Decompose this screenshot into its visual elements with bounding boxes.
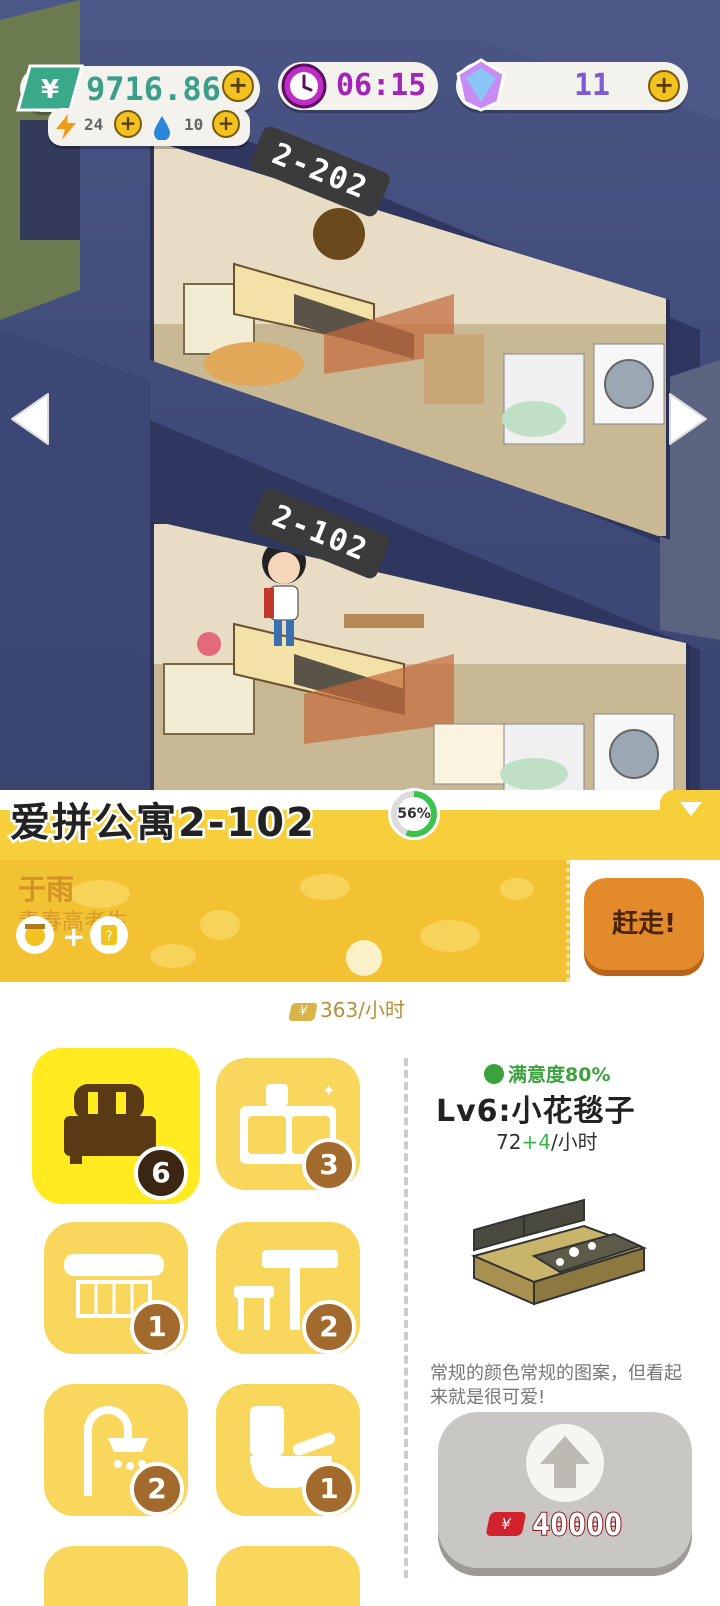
smile-icon — [484, 1064, 504, 1084]
energy-amount: 24 — [84, 115, 104, 134]
water-drop-icon — [154, 116, 170, 140]
item-rate: 72+4/小时 — [496, 1130, 598, 1154]
satisfaction-label: 满意度80% — [484, 1060, 610, 1087]
item-title: Lv6:小花毯子 — [436, 1094, 636, 1129]
add-trait-icon[interactable]: ? — [90, 916, 128, 954]
furniture-tile-more-2[interactable] — [216, 1546, 360, 1606]
scroll-indicator[interactable] — [346, 940, 382, 976]
svg-text:?: ? — [105, 929, 112, 945]
add-gems-button[interactable]: + — [648, 70, 680, 102]
upgrade-cost: 40000 — [531, 1507, 623, 1544]
item-description: 常规的颜色常规的图案，但看起来就是很可爱! — [430, 1363, 682, 1408]
furniture-tile-desk[interactable]: 1 — [44, 1222, 188, 1354]
furniture-count-toilet: 1 — [302, 1462, 356, 1516]
gem-icon — [456, 58, 506, 112]
prev-room-arrow-icon[interactable] — [8, 390, 54, 448]
up-arrow-icon — [526, 1424, 604, 1502]
evict-button[interactable]: 赶走! — [584, 878, 704, 970]
upgrade-button[interactable]: ¥ 40000 — [438, 1412, 692, 1568]
plus-sign: + — [62, 920, 86, 953]
cost-currency-icon: ¥ — [485, 1512, 527, 1536]
tenant-name: 于雨 — [18, 873, 75, 906]
add-water-button[interactable]: + — [212, 110, 240, 138]
furniture-count-desk: 1 — [130, 1300, 184, 1354]
furniture-tile-cabinet[interactable]: ✦ 3 — [216, 1058, 360, 1192]
student-trait-icon[interactable] — [16, 916, 54, 954]
progress-ring: 56% — [388, 788, 440, 840]
panel-divider — [404, 1058, 408, 1578]
svg-text:¥: ¥ — [41, 75, 59, 105]
bed-preview-image — [470, 1198, 648, 1306]
chevron-down-icon — [680, 802, 702, 816]
add-energy-button[interactable]: + — [114, 110, 142, 138]
timer-value: 06:15 — [336, 68, 427, 103]
gem-amount: 11 — [574, 68, 611, 103]
clock-icon — [281, 63, 327, 109]
money-amount: 9716.86 — [86, 70, 221, 108]
furniture-tile-bed[interactable]: 6 — [32, 1048, 200, 1204]
apartment-title: 爱拼公寓2-102 — [8, 798, 317, 849]
next-room-arrow-icon[interactable] — [664, 390, 710, 448]
water-amount: 10 — [184, 115, 204, 134]
add-money-button[interactable]: + — [222, 70, 254, 102]
progress-label: 56% — [397, 797, 431, 831]
furniture-tile-shower[interactable]: 2 — [44, 1384, 188, 1516]
rent-value: 363/小时 — [320, 998, 405, 1022]
furniture-tile-more-1[interactable] — [44, 1546, 188, 1606]
furniture-count-bed: 6 — [134, 1146, 188, 1200]
game-scene[interactable]: 2-202 2-102 ¥ 9716.86 + 24 + 10 + 06:15 … — [0, 0, 720, 850]
furniture-count-table: 2 — [302, 1300, 356, 1354]
furniture-count-cabinet: 3 — [302, 1138, 356, 1192]
svg-text:✦: ✦ — [322, 1081, 335, 1100]
rent-rate: ¥363/小时 — [288, 994, 405, 1023]
furniture-count-shower: 2 — [130, 1462, 184, 1516]
yen-icon: ¥ — [288, 1002, 318, 1021]
furniture-tile-toilet[interactable]: 1 — [216, 1384, 360, 1516]
collapse-panel-button[interactable] — [660, 790, 720, 830]
energy-icon — [56, 114, 76, 140]
furniture-tile-table[interactable]: 2 — [216, 1222, 360, 1354]
